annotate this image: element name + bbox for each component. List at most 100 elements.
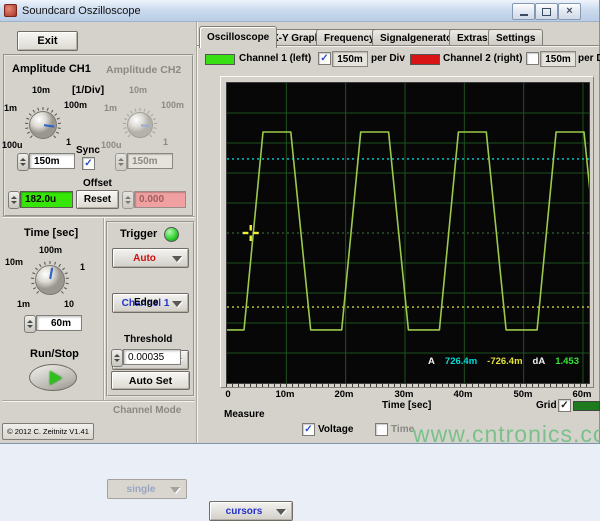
ch1-knob-label-1: 1 xyxy=(66,137,71,147)
x-tick-0: 0 xyxy=(225,389,230,400)
app-window: Soundcard Oszilloscope × Exit Amplitude … xyxy=(0,0,600,444)
scope-plot[interactable]: A 726.4m -726.4m dA 1.453 xyxy=(226,82,590,384)
minimize-button[interactable] xyxy=(512,3,535,20)
ch2-knob-label-1m: 1m xyxy=(104,103,117,113)
time-knob-label-10m: 10m xyxy=(5,257,23,267)
channel1-perdiv-label: per Div xyxy=(371,53,405,64)
x-tick-20m: 20m xyxy=(334,389,353,400)
threshold-spinner[interactable] xyxy=(111,349,123,367)
amplitude-unit-label: [1/Div] xyxy=(72,84,104,96)
readout-da-value: 1.453 xyxy=(555,356,579,367)
trigger-led xyxy=(164,227,179,242)
close-icon: × xyxy=(566,6,572,17)
x-tick-50m: 50m xyxy=(513,389,532,400)
dropdown-arrow-icon xyxy=(172,301,182,307)
time-measure-label: Time xyxy=(391,424,414,435)
play-icon xyxy=(50,371,62,385)
run-stop-label: Run/Stop xyxy=(30,348,79,360)
measure-label: Measure xyxy=(224,409,265,420)
ch1-knob-label-10m: 10m xyxy=(32,85,50,95)
x-tick-60m: 60m xyxy=(572,389,591,400)
x-tick-40m: 40m xyxy=(453,389,472,400)
channel2-checkbox[interactable] xyxy=(526,52,539,65)
close-button[interactable]: × xyxy=(558,3,581,20)
measure-dropdown[interactable]: cursors xyxy=(209,501,293,521)
threshold-label: Threshold xyxy=(124,334,172,345)
ch2-knob-label-1: 1 xyxy=(163,137,168,147)
time-checkbox[interactable] xyxy=(375,423,388,436)
waveform-canvas xyxy=(227,83,589,383)
readout-da-label: dA xyxy=(533,356,546,367)
voltage-checkbox[interactable] xyxy=(302,423,315,436)
maximize-button[interactable] xyxy=(535,3,558,20)
dropdown-arrow-icon xyxy=(170,487,180,493)
channel1-perdiv-value[interactable]: 150m xyxy=(332,51,368,67)
offset-label: Offset xyxy=(83,178,112,189)
grid-label: Grid xyxy=(536,400,557,411)
offset-ch2-spinner xyxy=(122,191,134,209)
ch2-amplitude-spinner xyxy=(115,153,127,171)
section-divider-bottom xyxy=(2,400,195,402)
channel-mode-value: single xyxy=(127,484,156,495)
amplitude-ch1-knob[interactable] xyxy=(23,105,63,145)
channel2-perdiv-value[interactable]: 150m xyxy=(540,51,576,67)
section-divider xyxy=(2,216,195,218)
minimize-icon xyxy=(520,14,528,16)
trigger-mode-value: Auto xyxy=(133,253,156,264)
channel1-label: Channel 1 (left) xyxy=(239,53,311,64)
ch1-knob-label-100u: 100u xyxy=(2,140,23,150)
time-knob[interactable] xyxy=(29,259,71,301)
threshold-value[interactable]: 0.00035 xyxy=(123,349,181,365)
channel-mode-label: Channel Mode xyxy=(113,405,181,416)
watermark: www.cntronics.com xyxy=(413,421,600,448)
time-title: Time [sec] xyxy=(24,227,78,239)
time-axis-label: Time [sec] xyxy=(382,400,431,411)
voltage-label: Voltage xyxy=(318,424,353,435)
offset-ch2-value: 0.000 xyxy=(134,191,186,208)
channel2-label: Channel 2 (right) xyxy=(443,53,522,64)
offset-ch1-spinner[interactable] xyxy=(8,191,20,209)
readout-cursor2-value: -726.4m xyxy=(487,356,522,367)
edge-label: Edge xyxy=(134,297,158,308)
trigger-mode-dropdown[interactable]: Auto xyxy=(112,248,189,268)
ch1-knob-label-100m: 100m xyxy=(64,100,87,110)
ch2-knob-label-10m: 10m xyxy=(129,85,147,95)
ch2-amplitude-value: 150m xyxy=(127,153,173,169)
run-stop-button[interactable] xyxy=(29,364,77,391)
amplitude-ch1-title: Amplitude CH1 xyxy=(12,63,91,75)
copyright-label: © 2012 C. Zeitnitz V1.41 xyxy=(2,423,94,440)
sync-checkbox[interactable] xyxy=(82,157,95,170)
tab-settings[interactable]: Settings xyxy=(488,29,543,47)
title-bar[interactable]: Soundcard Oszilloscope xyxy=(0,0,599,22)
x-tick-30m: 30m xyxy=(394,389,413,400)
ch1-amplitude-spinner[interactable] xyxy=(17,153,29,171)
tab-oscilloscope[interactable]: Oscilloscope xyxy=(199,26,277,48)
channel1-swatch xyxy=(205,54,235,65)
ch2-knob-label-100m: 100m xyxy=(161,100,184,110)
dropdown-arrow-icon xyxy=(172,256,182,262)
grid-checkbox[interactable] xyxy=(558,399,571,412)
amplitude-ch2-title: Amplitude CH2 xyxy=(106,64,181,76)
x-axis-labels: 0 10m 20m 30m 40m 50m 60m xyxy=(226,389,588,399)
auto-set-button[interactable]: Auto Set xyxy=(111,371,190,390)
readout-a-label: A xyxy=(428,356,435,367)
app-icon xyxy=(4,4,17,17)
offset-ch1-value[interactable]: 182.0u xyxy=(20,191,73,208)
readout-cursor1-value: 726.4m xyxy=(445,356,477,367)
amplitude-ch2-knob xyxy=(121,106,159,144)
trigger-title: Trigger xyxy=(120,228,157,240)
channel2-perdiv-label: per Div xyxy=(578,53,600,64)
time-knob-label-100m: 100m xyxy=(39,245,62,255)
offset-reset-button[interactable]: Reset xyxy=(76,190,119,209)
x-axis-ticks xyxy=(226,383,588,387)
time-spinner[interactable] xyxy=(24,315,36,333)
exit-button[interactable]: Exit xyxy=(17,31,78,51)
sync-label: Sync xyxy=(76,145,100,156)
ch1-knob-label-1m: 1m xyxy=(4,103,17,113)
dropdown-arrow-icon xyxy=(276,509,286,515)
channel-mode-dropdown: single xyxy=(107,479,187,499)
maximize-icon xyxy=(542,8,551,16)
ch1-amplitude-value[interactable]: 150m xyxy=(29,153,75,169)
channel1-checkbox[interactable] xyxy=(318,52,331,65)
time-value[interactable]: 60m xyxy=(36,315,82,331)
